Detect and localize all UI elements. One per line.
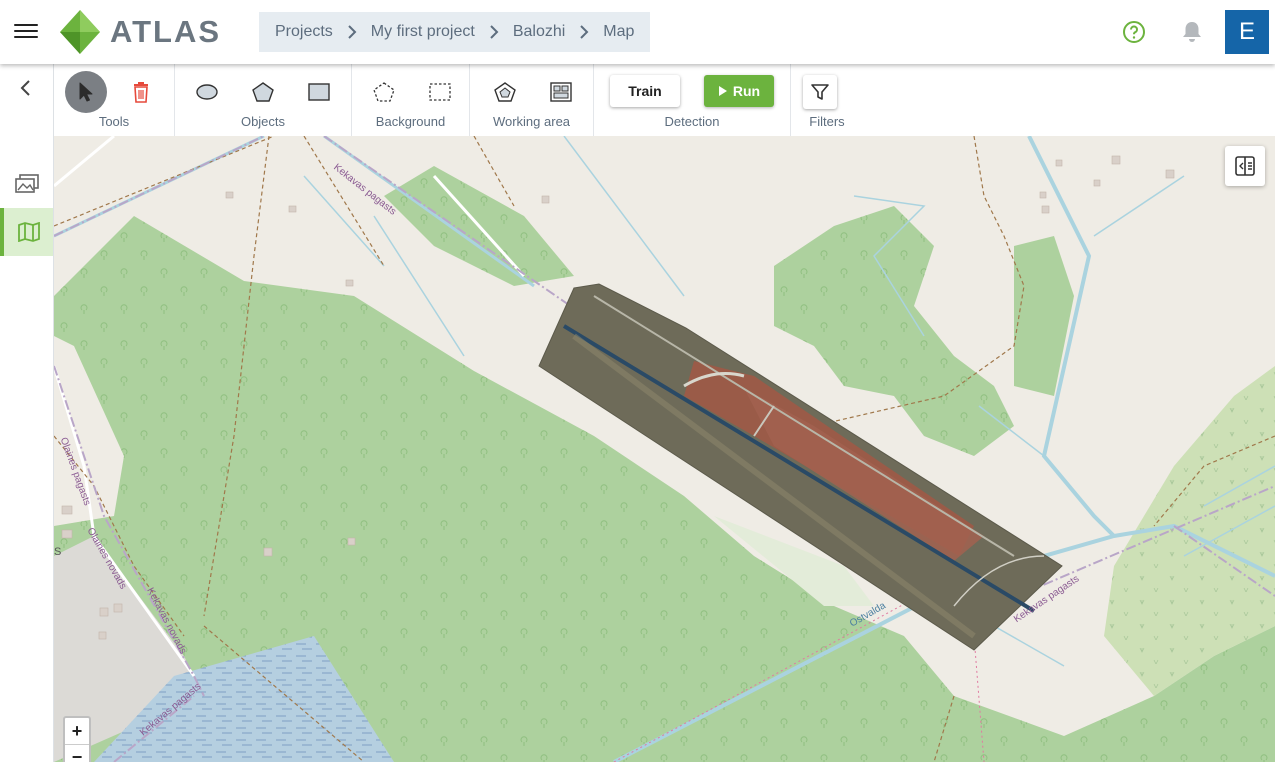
app-header: ATLAS Projects My first project Balozhi … bbox=[0, 0, 1275, 64]
map-view[interactable]: Kekavas pagasts Kekavas pagasts Kekavas … bbox=[54, 136, 1275, 762]
map-label-s: S bbox=[54, 546, 62, 558]
chevron-right-icon bbox=[347, 24, 357, 40]
trash-icon bbox=[134, 82, 148, 103]
breadcrumb-projects[interactable]: Projects bbox=[275, 23, 333, 41]
group-filters: Filters bbox=[791, 64, 863, 136]
background-polygon-button[interactable] bbox=[364, 74, 404, 110]
working-area-polygon-button[interactable] bbox=[485, 74, 525, 110]
group-tools: Tools bbox=[54, 64, 175, 136]
left-sidebar bbox=[0, 64, 54, 762]
dashed-rectangle-icon bbox=[429, 83, 451, 101]
sidebar-item-images[interactable] bbox=[0, 160, 53, 208]
filter-icon bbox=[811, 84, 829, 100]
layers-panel-icon bbox=[1235, 156, 1255, 176]
ellipse-tool-button[interactable] bbox=[187, 74, 227, 110]
group-label-working-area: Working area bbox=[492, 114, 571, 129]
avatar[interactable]: E bbox=[1225, 10, 1269, 54]
toolbar: Tools Objects Background Working area Tr… bbox=[54, 64, 1275, 136]
train-button[interactable]: Train bbox=[610, 75, 680, 107]
group-detection: Train Run Detection bbox=[594, 64, 791, 136]
breadcrumb-map: Map bbox=[603, 23, 635, 40]
dashed-polygon-icon bbox=[373, 82, 395, 102]
play-icon bbox=[718, 86, 727, 96]
chevron-right-icon bbox=[579, 24, 589, 40]
run-button-label: Run bbox=[732, 83, 761, 99]
map-icon bbox=[17, 222, 40, 242]
logo-text: ATLAS bbox=[110, 14, 222, 49]
cursor-icon bbox=[79, 82, 93, 102]
chevron-right-icon bbox=[489, 24, 499, 40]
map-base-layer bbox=[54, 136, 1275, 762]
layers-panel-button[interactable] bbox=[1225, 146, 1265, 186]
atlas-logo-icon bbox=[60, 10, 100, 54]
area-grid-icon bbox=[550, 82, 572, 102]
breadcrumb-project[interactable]: My first project bbox=[371, 23, 475, 41]
rectangle-icon bbox=[308, 83, 330, 101]
group-working-area: Working area bbox=[470, 64, 594, 136]
chevron-left-icon[interactable] bbox=[16, 78, 36, 98]
group-label-objects: Objects bbox=[240, 114, 286, 129]
background-rectangle-button[interactable] bbox=[420, 74, 460, 110]
group-objects: Objects bbox=[175, 64, 352, 136]
app-logo[interactable]: ATLAS bbox=[58, 8, 221, 56]
group-background: Background bbox=[352, 64, 470, 136]
filter-button[interactable] bbox=[803, 75, 837, 109]
breadcrumb-dataset[interactable]: Balozhi bbox=[513, 23, 565, 41]
run-button[interactable]: Run bbox=[704, 75, 774, 107]
select-tool-button[interactable] bbox=[65, 71, 107, 113]
menu-icon[interactable] bbox=[14, 22, 38, 42]
group-label-detection: Detection bbox=[664, 114, 720, 129]
zoom-out-button[interactable]: − bbox=[65, 744, 89, 762]
group-label-filters: Filters bbox=[809, 114, 845, 129]
sidebar-item-map[interactable] bbox=[0, 208, 53, 256]
zoom-control: + − bbox=[63, 716, 91, 762]
area-polygon-icon bbox=[494, 82, 516, 102]
help-icon[interactable] bbox=[1122, 20, 1146, 44]
images-icon bbox=[14, 174, 39, 193]
rectangle-tool-button[interactable] bbox=[299, 74, 339, 110]
delete-button[interactable] bbox=[121, 74, 161, 110]
polygon-icon bbox=[252, 82, 274, 102]
breadcrumb: Projects My first project Balozhi Map bbox=[259, 12, 651, 52]
ellipse-icon bbox=[196, 84, 218, 100]
working-area-grid-button[interactable] bbox=[541, 74, 581, 110]
zoom-in-button[interactable]: + bbox=[65, 718, 89, 744]
group-label-tools: Tools bbox=[98, 114, 130, 129]
polygon-tool-button[interactable] bbox=[243, 74, 283, 110]
bell-icon[interactable] bbox=[1181, 20, 1203, 44]
group-label-background: Background bbox=[375, 114, 446, 129]
